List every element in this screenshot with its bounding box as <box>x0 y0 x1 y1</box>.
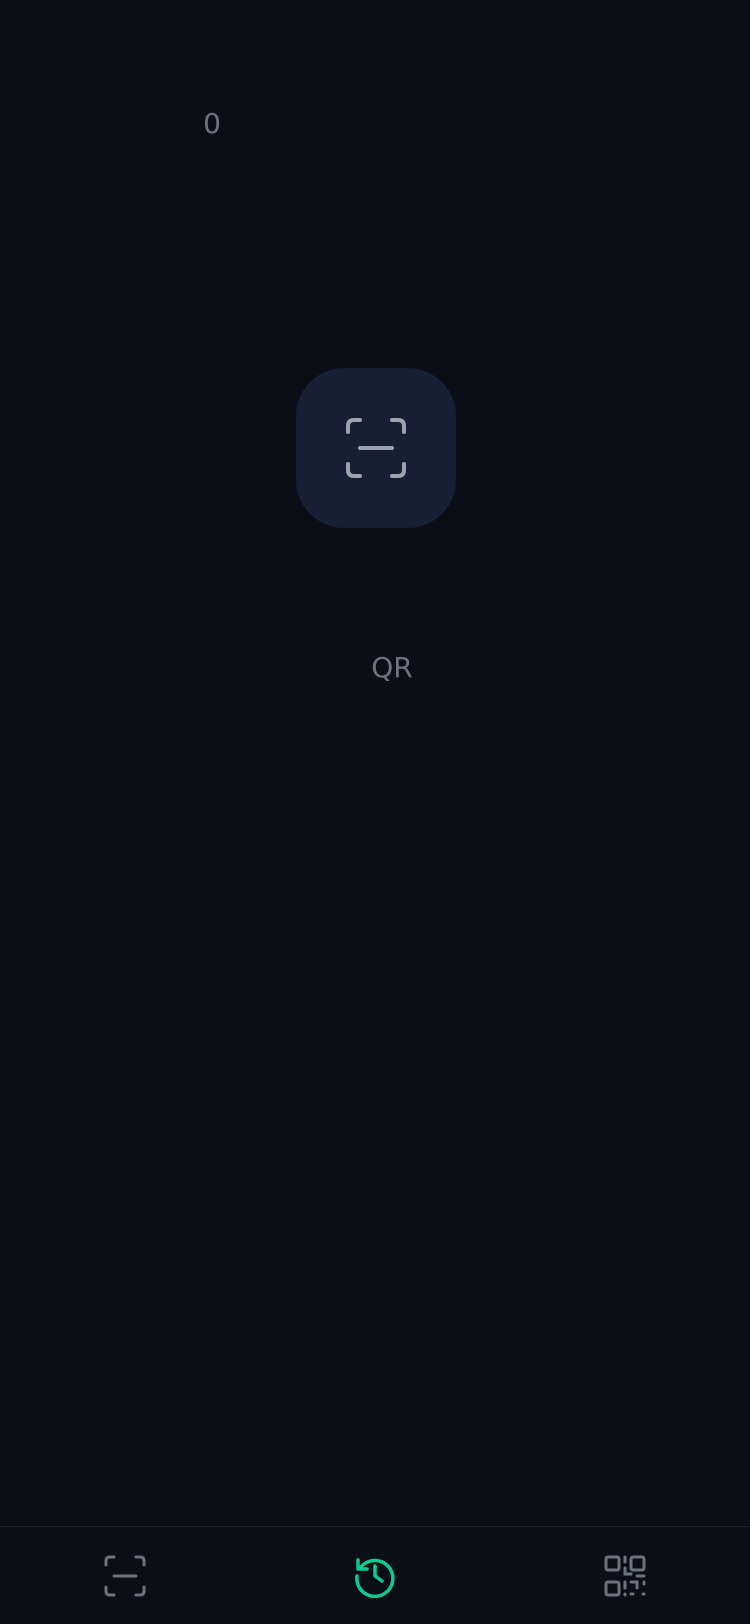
qr-code-icon <box>604 1555 646 1596</box>
scan-frame-icon <box>346 418 406 478</box>
empty-state-label: QR <box>371 651 413 684</box>
history-count: 0 <box>203 107 221 140</box>
nav-tab-generate[interactable] <box>500 1527 750 1624</box>
scan-button[interactable] <box>296 368 456 528</box>
nav-tab-history[interactable] <box>250 1527 500 1624</box>
history-clock-icon <box>355 1557 395 1598</box>
bottom-nav <box>0 1526 750 1624</box>
scan-frame-icon <box>104 1555 146 1596</box>
nav-tab-scan[interactable] <box>0 1527 250 1624</box>
